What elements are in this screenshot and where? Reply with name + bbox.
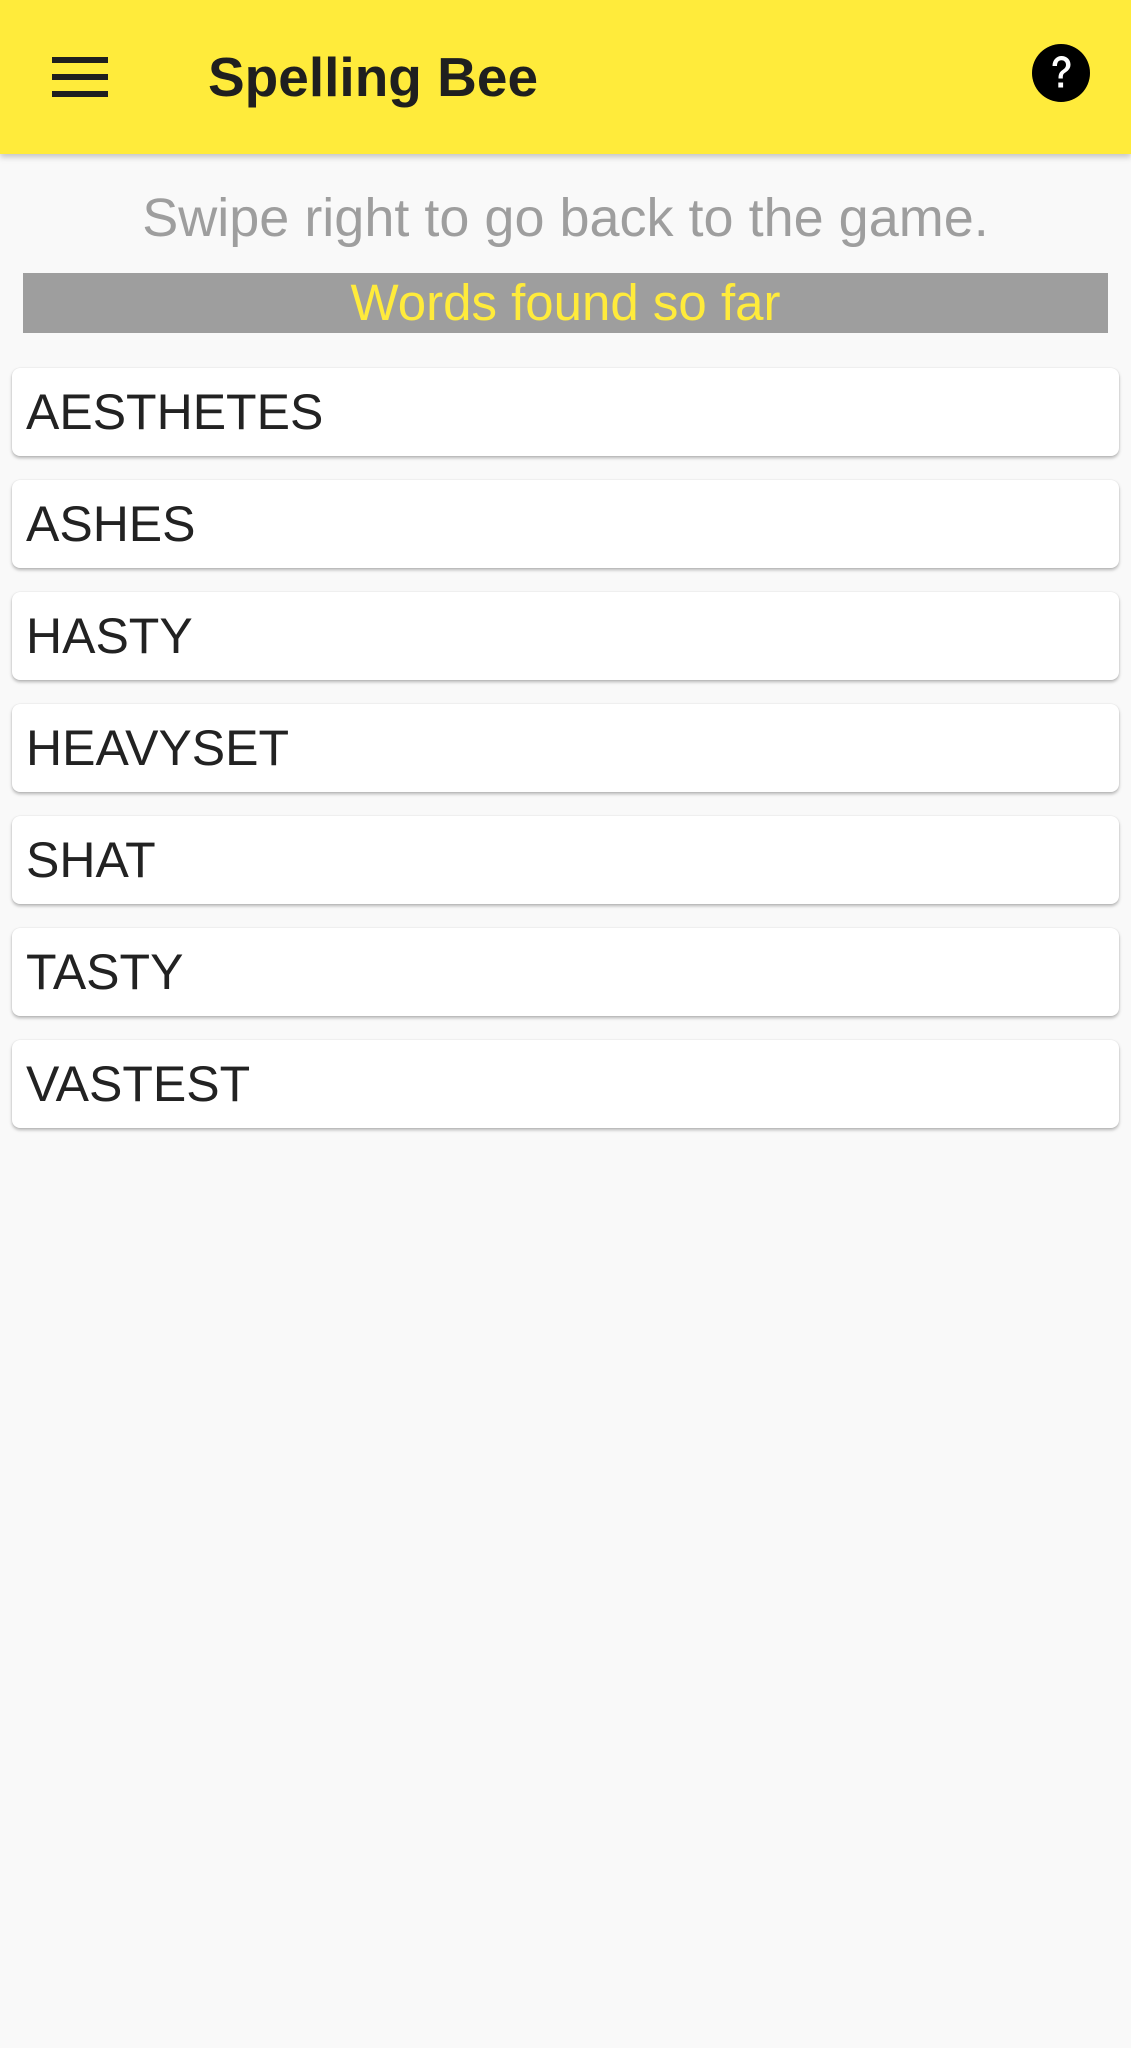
word-item[interactable]: HEAVYSET bbox=[12, 704, 1119, 792]
word-item[interactable]: TASTY bbox=[12, 928, 1119, 1016]
word-label: TASTY bbox=[26, 944, 184, 1000]
word-label: SHAT bbox=[26, 832, 156, 888]
word-label: ASHES bbox=[26, 496, 196, 552]
word-label: AESTHETES bbox=[26, 384, 324, 440]
help-circle-icon bbox=[1032, 44, 1090, 102]
swipe-hint: Swipe right to go back to the game. bbox=[142, 188, 989, 248]
section-header: Words found so far bbox=[23, 273, 1108, 333]
word-label: HEAVYSET bbox=[26, 720, 290, 776]
word-item[interactable]: HASTY bbox=[12, 592, 1119, 680]
app-title: Spelling Bee bbox=[208, 46, 539, 108]
word-item[interactable]: AESTHETES bbox=[12, 368, 1119, 456]
word-label: HASTY bbox=[26, 608, 193, 664]
word-item[interactable]: ASHES bbox=[12, 480, 1119, 568]
word-item[interactable]: SHAT bbox=[12, 816, 1119, 904]
word-list: AESTHETES ASHES HASTY HEAVYSET SHAT TAST… bbox=[12, 368, 1119, 1152]
hamburger-menu-icon bbox=[52, 57, 108, 97]
app-bar: Spelling Bee bbox=[0, 0, 1131, 154]
menu-button[interactable] bbox=[40, 37, 120, 117]
word-item[interactable]: VASTEST bbox=[12, 1040, 1119, 1128]
help-button[interactable] bbox=[1021, 30, 1101, 116]
word-label: VASTEST bbox=[26, 1056, 251, 1112]
